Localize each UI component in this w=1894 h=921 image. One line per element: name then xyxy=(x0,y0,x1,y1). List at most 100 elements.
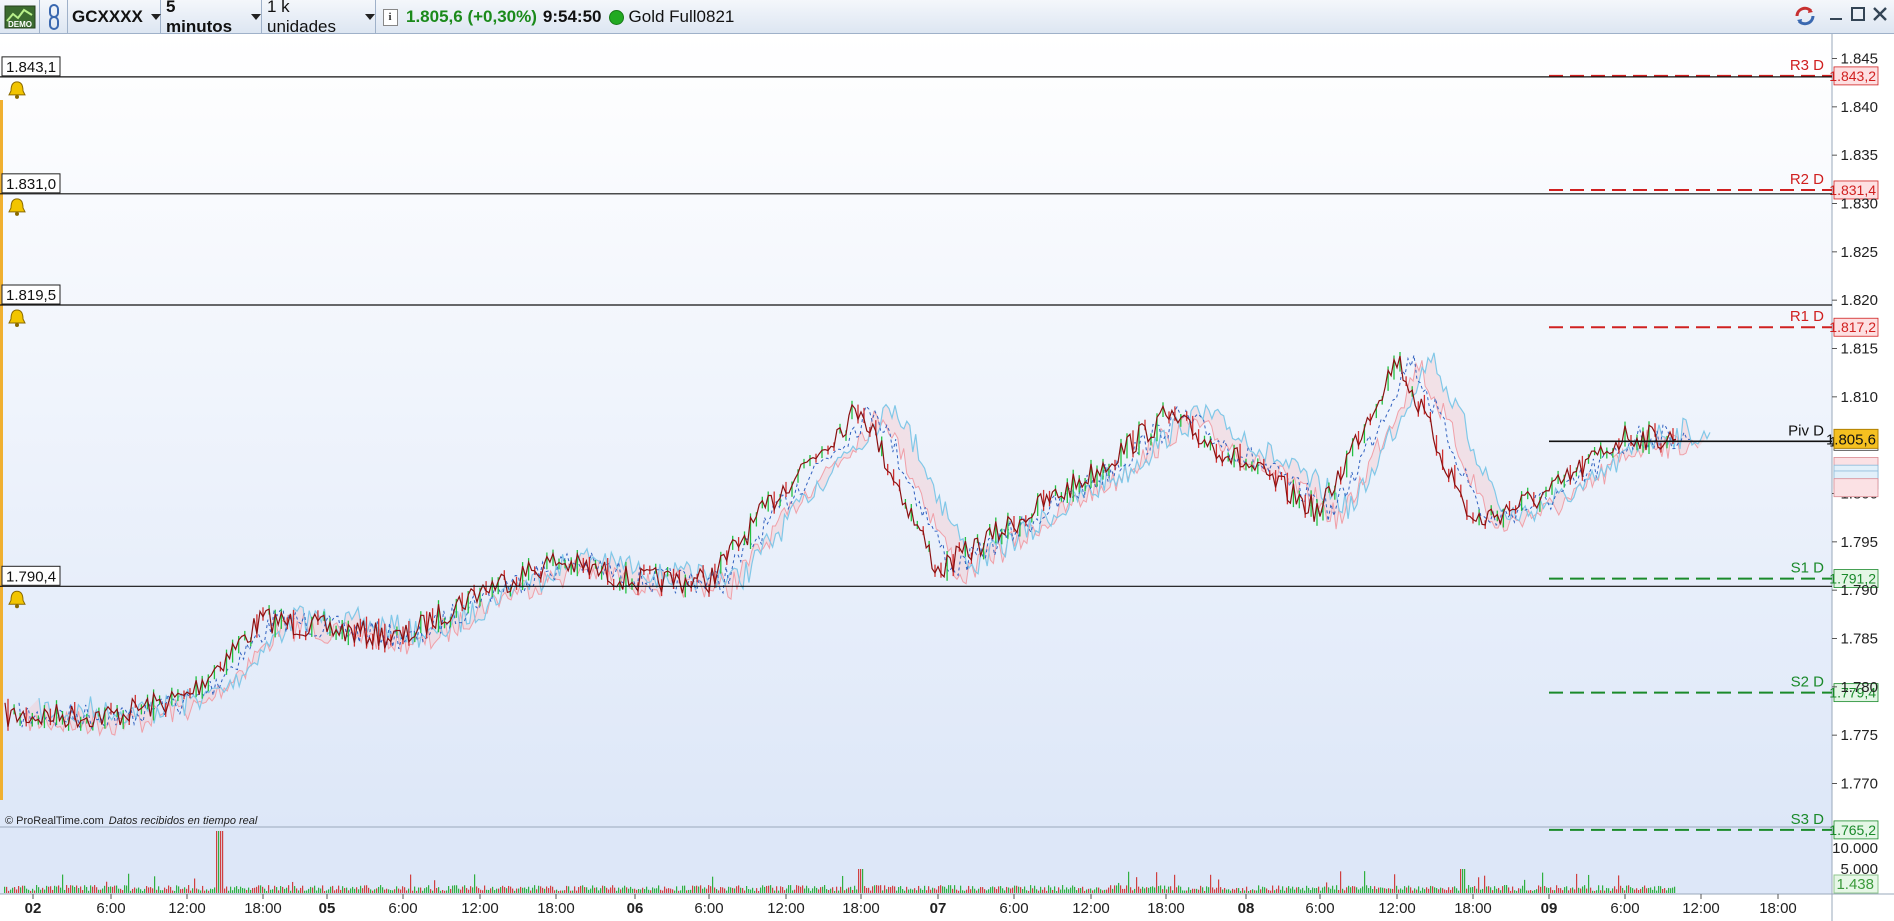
refresh-icon[interactable] xyxy=(1794,6,1815,26)
volume-bar xyxy=(670,888,672,893)
volume-bar xyxy=(644,889,646,893)
volume-bar xyxy=(1504,885,1506,893)
volume-bar xyxy=(62,874,64,893)
volume-bar xyxy=(1184,890,1186,893)
demo-badge[interactable]: DEMO xyxy=(0,0,40,34)
volume-bar xyxy=(240,886,242,893)
volume-bar xyxy=(980,887,982,893)
minimize-icon xyxy=(1830,18,1842,20)
volume-bar xyxy=(96,887,98,893)
units-selector[interactable]: 1 k unidades xyxy=(262,0,376,36)
volume-bar xyxy=(1430,885,1432,893)
volume-bar xyxy=(1200,885,1202,893)
volume-bar xyxy=(482,890,484,893)
link-icon[interactable] xyxy=(40,0,68,34)
volume-bar xyxy=(372,890,374,893)
price-axis-tick-label: 1.795 xyxy=(1840,534,1878,551)
volume-bar xyxy=(108,886,110,893)
time-axis-tick-label: 12:00 xyxy=(168,900,206,917)
volume-bar xyxy=(516,888,518,893)
price-axis-tick-label: 1.810 xyxy=(1840,389,1878,406)
volume-bar xyxy=(1520,888,1522,893)
volume-bar xyxy=(66,885,68,893)
pivot-label: S1 D xyxy=(1791,560,1825,577)
volume-bar xyxy=(460,889,462,893)
volume-bar xyxy=(1648,887,1650,893)
volume-bar xyxy=(292,881,294,893)
volume-bar xyxy=(840,886,842,893)
volume-bar xyxy=(206,889,208,893)
volume-bar xyxy=(1128,871,1130,893)
volume-bar xyxy=(816,887,818,893)
volume-bar xyxy=(356,887,358,893)
volume-bar xyxy=(1470,887,1472,893)
volume-bar xyxy=(902,889,904,893)
volume-bar xyxy=(24,885,26,893)
volume-bar xyxy=(1370,885,1372,893)
volume-bar xyxy=(756,888,758,893)
volume-bar xyxy=(208,890,210,893)
volume-bar xyxy=(8,890,10,893)
volume-bar xyxy=(1574,889,1576,893)
volume-bar xyxy=(1256,890,1258,893)
volume-bar xyxy=(1264,887,1266,893)
volume-bar xyxy=(992,886,994,893)
volume-bar xyxy=(414,886,416,893)
volume-bar xyxy=(124,885,126,893)
volume-bar xyxy=(1542,872,1544,893)
volume-bar xyxy=(1166,889,1168,893)
volume-bar xyxy=(1106,889,1108,893)
volume-bar xyxy=(396,886,398,893)
volume-bar xyxy=(412,890,414,893)
info-button[interactable]: i xyxy=(380,0,400,34)
volume-bar xyxy=(1600,890,1602,893)
volume-bar xyxy=(1178,885,1180,893)
symbol-selector[interactable]: GCXXXX xyxy=(68,0,161,34)
volume-bar xyxy=(106,881,108,893)
volume-bar xyxy=(1492,890,1494,893)
volume-bar xyxy=(984,889,986,893)
volume-bar xyxy=(1362,886,1364,893)
volume-bar xyxy=(748,889,750,893)
volume-bar xyxy=(932,887,934,893)
volume-bar xyxy=(92,886,94,893)
volume-bar xyxy=(1022,889,1024,893)
volume-bar xyxy=(1636,888,1638,893)
volume-bar xyxy=(344,888,346,893)
price-chart[interactable]: R3 D1.843,2R2 D1.831,4R1 D1.817,2Piv DS1… xyxy=(0,34,1894,921)
volume-bar xyxy=(976,890,978,893)
alert-price-value: 1.831,0 xyxy=(6,176,56,193)
volume-bar xyxy=(1294,889,1296,893)
volume-bar xyxy=(744,890,746,893)
time-axis-tick-label: 07 xyxy=(930,900,947,917)
volume-bar xyxy=(1096,887,1098,893)
close-button[interactable] xyxy=(1870,6,1890,26)
volume-bar xyxy=(1500,890,1502,893)
volume-bar xyxy=(1444,889,1446,893)
price-axis-tick-label: 1.790 xyxy=(1840,582,1878,599)
volume-bar xyxy=(1222,889,1224,893)
volume-bar xyxy=(1310,890,1312,893)
timeframe-selector[interactable]: 5 minutos xyxy=(161,0,262,36)
alert-price-value: 1.790,4 xyxy=(6,568,56,585)
minimize-button[interactable] xyxy=(1826,6,1846,26)
volume-bar xyxy=(732,887,734,893)
volume-bar xyxy=(1130,887,1132,893)
volume-bar xyxy=(174,890,176,893)
volume-bar xyxy=(1050,887,1052,893)
volume-bar xyxy=(610,887,612,893)
volume-bar xyxy=(1672,887,1674,893)
volume-bar xyxy=(1068,889,1070,893)
maximize-button[interactable] xyxy=(1848,6,1868,26)
volume-bar xyxy=(298,890,300,893)
volume-bar xyxy=(522,887,524,893)
volume-bar xyxy=(1322,887,1324,893)
pivot-badge-value: 1.843,2 xyxy=(1829,68,1876,84)
volume-bar xyxy=(762,885,764,893)
price-change: 1.805,6 (+0,30%) xyxy=(406,7,537,26)
volume-bar xyxy=(354,888,356,893)
volume-bar xyxy=(874,885,876,893)
volume-bar xyxy=(1324,886,1326,893)
volume-bar xyxy=(616,890,618,893)
volume-bar xyxy=(1354,886,1356,893)
